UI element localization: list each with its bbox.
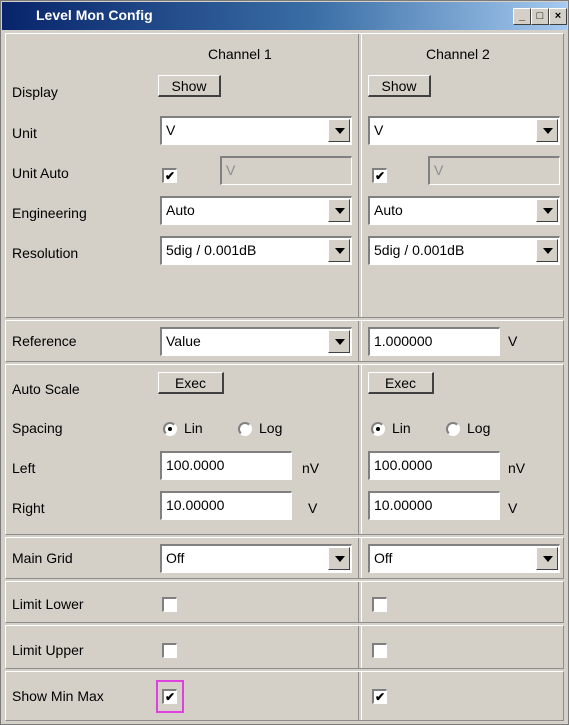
close-icon[interactable]: ×	[549, 8, 567, 25]
section-show-min-max: Show Min Max ✔ ✔	[5, 671, 564, 721]
ch2-reference-unit: V	[508, 333, 518, 349]
auto-scale-label: Auto Scale	[12, 381, 80, 397]
section-limit-upper: Limit Upper	[5, 625, 564, 669]
limit-lower-label: Limit Lower	[12, 596, 84, 612]
chevron-down-icon[interactable]	[328, 239, 350, 262]
show-min-max-label: Show Min Max	[12, 688, 104, 704]
ch1-spacing-lin-radio[interactable]	[163, 422, 177, 436]
ch2-left-unit: nV	[508, 460, 526, 476]
main-grid-label: Main Grid	[12, 550, 73, 566]
ch2-show-min-max-checkbox[interactable]: ✔	[372, 689, 387, 704]
spacing-label: Spacing	[12, 420, 63, 436]
ch1-spacing-log-radio[interactable]	[238, 422, 252, 436]
section-display-settings: Channel 1 Channel 2 Display Show Show Un…	[5, 33, 564, 318]
ch1-limit-upper-checkbox[interactable]	[162, 643, 177, 658]
ch2-limit-lower-checkbox[interactable]	[372, 597, 387, 612]
ch2-limit-upper-checkbox[interactable]	[372, 643, 387, 658]
ch2-spacing-log-label: Log	[467, 420, 491, 436]
engineering-label: Engineering	[12, 205, 87, 221]
ch2-spacing-log-radio[interactable]	[446, 422, 460, 436]
column-divider	[358, 538, 362, 578]
ch1-engineering-value: Auto	[166, 202, 195, 218]
column-divider	[358, 672, 362, 720]
ch2-spacing-lin-label: Lin	[392, 420, 411, 436]
chevron-down-icon[interactable]	[536, 119, 558, 142]
ch1-left-unit: nV	[302, 460, 320, 476]
ch1-main-grid-select[interactable]: Off	[160, 544, 352, 573]
section-limit-lower: Limit Lower	[5, 581, 564, 623]
column-divider	[358, 34, 362, 317]
ch1-spacing-lin-label: Lin	[184, 420, 203, 436]
ch2-right-unit: V	[508, 500, 518, 516]
ch1-left-field[interactable]: 100.0000	[160, 451, 292, 480]
reference-label: Reference	[12, 333, 77, 349]
unit-auto-label: Unit Auto	[12, 165, 69, 181]
right-label: Right	[12, 500, 45, 516]
chevron-down-icon[interactable]	[536, 547, 558, 570]
ch1-resolution-value: 5dig / 0.001dB	[166, 242, 257, 258]
ch1-reference-select[interactable]: Value	[160, 327, 352, 356]
ch1-auto-scale-exec-button[interactable]: Exec	[158, 372, 224, 394]
column-divider	[358, 321, 362, 361]
chevron-down-icon[interactable]	[328, 547, 350, 570]
ch1-spacing-log-label: Log	[259, 420, 283, 436]
chevron-down-icon[interactable]	[536, 239, 558, 262]
column-divider	[358, 626, 362, 668]
ch1-right-field[interactable]: 10.00000	[160, 491, 292, 520]
ch2-unit-auto-checkbox[interactable]: ✔	[372, 168, 387, 183]
ch1-unit-auto-field: V	[220, 156, 352, 185]
ch2-main-grid-select[interactable]: Off	[368, 544, 560, 573]
title-bar[interactable]: Level Mon Config _ □ ×	[2, 2, 567, 30]
ch2-unit-select[interactable]: V	[368, 116, 560, 145]
chevron-down-icon[interactable]	[536, 199, 558, 222]
ch1-engineering-select[interactable]: Auto	[160, 196, 352, 225]
ch2-spacing-lin-radio[interactable]	[371, 422, 385, 436]
ch2-engineering-select[interactable]: Auto	[368, 196, 560, 225]
ch2-left-field[interactable]: 100.0000	[368, 451, 500, 480]
ch1-reference-value: Value	[166, 333, 201, 349]
ch1-unit-value: V	[166, 122, 176, 138]
ch1-unit-auto-checkbox[interactable]: ✔	[162, 168, 177, 183]
ch1-right-unit: V	[308, 500, 318, 516]
ch2-auto-scale-exec-button[interactable]: Exec	[368, 372, 434, 394]
chevron-down-icon[interactable]	[328, 119, 350, 142]
limit-upper-label: Limit Upper	[12, 642, 84, 658]
channel-2-header: Channel 2	[426, 46, 490, 62]
section-reference: Reference Value 1.000000 V	[5, 320, 564, 362]
chevron-down-icon[interactable]	[328, 199, 350, 222]
ch1-unit-select[interactable]: V	[160, 116, 352, 145]
chevron-down-icon[interactable]	[328, 330, 350, 353]
ch2-unit-value: V	[374, 122, 384, 138]
unit-label: Unit	[12, 125, 37, 141]
left-label: Left	[12, 460, 36, 476]
ch2-engineering-value: Auto	[374, 202, 403, 218]
maximize-icon[interactable]: □	[531, 8, 549, 25]
ch2-resolution-value: 5dig / 0.001dB	[374, 242, 465, 258]
display-label: Display	[12, 84, 58, 100]
ch2-resolution-select[interactable]: 5dig / 0.001dB	[368, 236, 560, 265]
ch2-unit-auto-field: V	[428, 156, 560, 185]
ch1-main-grid-value: Off	[166, 550, 185, 566]
ch1-resolution-select[interactable]: 5dig / 0.001dB	[160, 236, 352, 265]
ch2-display-show-button[interactable]: Show	[368, 75, 431, 97]
ch2-right-field[interactable]: 10.00000	[368, 491, 500, 520]
ch1-display-show-button[interactable]: Show	[158, 75, 221, 97]
ch1-limit-lower-checkbox[interactable]	[162, 597, 177, 612]
level-mon-config-window: Level Mon Config _ □ × Channel 1 Channel…	[0, 0, 569, 725]
minimize-icon[interactable]: _	[513, 8, 531, 25]
resolution-label: Resolution	[12, 245, 79, 261]
column-divider	[358, 365, 362, 534]
ch2-reference-field[interactable]: 1.000000	[368, 327, 500, 356]
ch1-show-min-max-checkbox[interactable]: ✔	[162, 689, 177, 704]
section-scale: Auto Scale Exec Exec Spacing Lin Log Lin…	[5, 364, 564, 535]
ch2-main-grid-value: Off	[374, 550, 393, 566]
column-divider	[358, 582, 362, 622]
section-main-grid: Main Grid Off Off	[5, 537, 564, 579]
window-title: Level Mon Config	[36, 7, 153, 23]
channel-1-header: Channel 1	[208, 46, 272, 62]
